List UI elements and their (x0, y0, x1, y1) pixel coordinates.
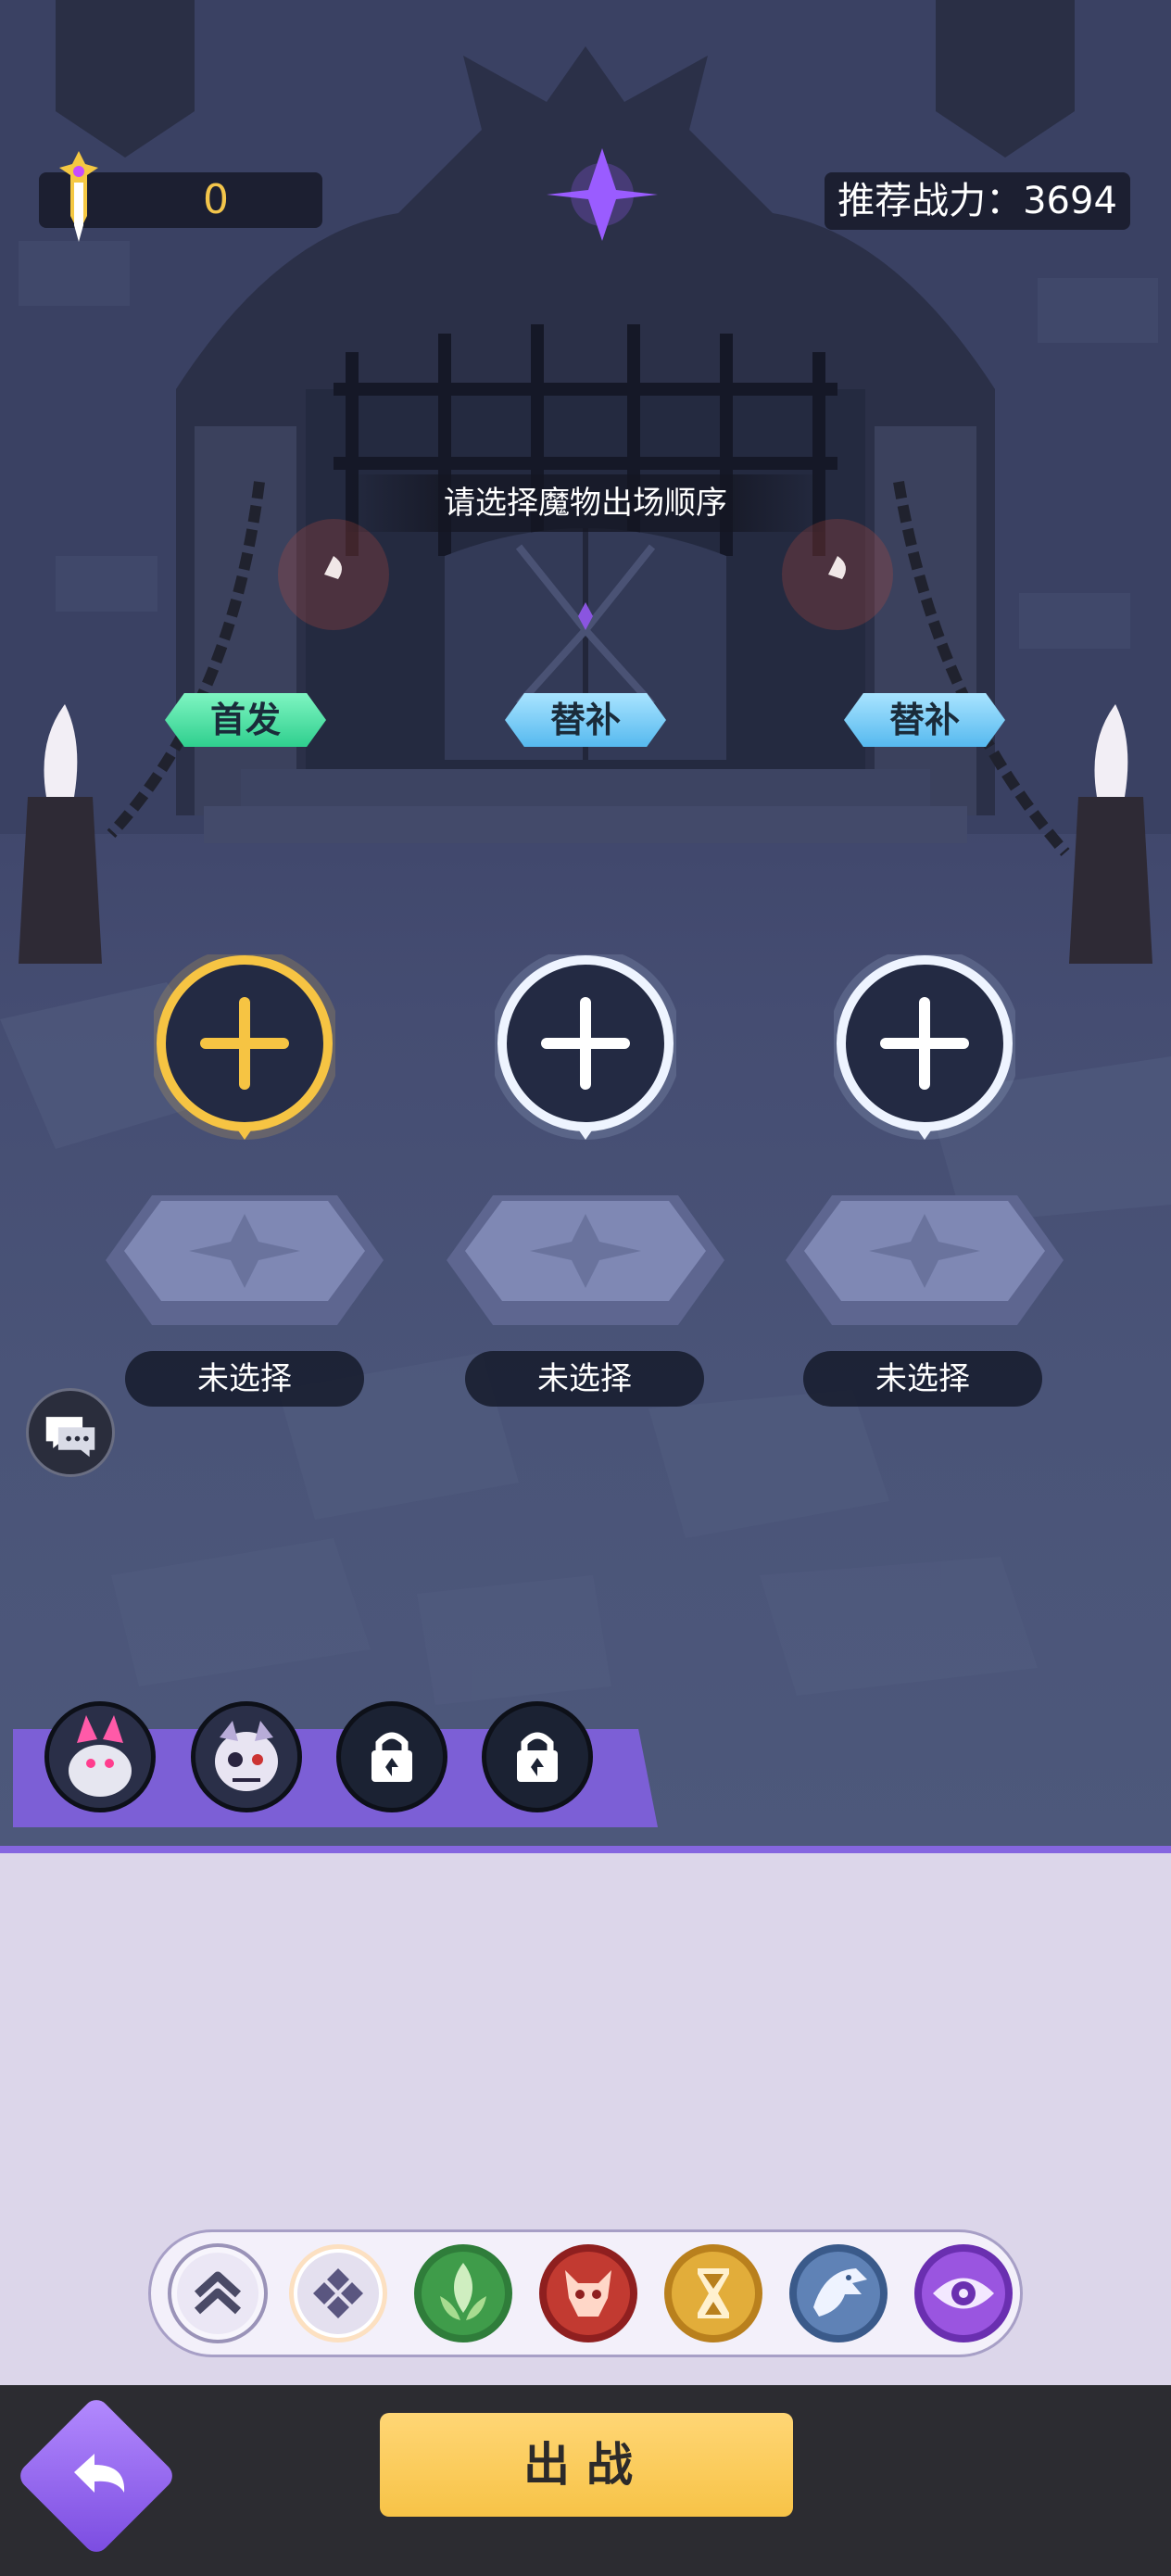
demon-filter-icon[interactable] (537, 2242, 639, 2344)
battle-scene: 0 推荐战力：3694 请选择魔物出场顺序 首发 替补 替补 未选择 未选择 未… (0, 0, 1171, 1853)
slot-add-button-1[interactable] (154, 954, 335, 1149)
team-slot-2[interactable] (191, 1701, 302, 1812)
substitute-tag-1: 替补 (505, 693, 666, 747)
hourglass-filter-icon[interactable] (662, 2242, 764, 2344)
sword-icon (59, 151, 98, 242)
pedestal-2 (447, 1195, 724, 1325)
recommended-power: 推荐战力：3694 (825, 172, 1130, 230)
pedestal-1 (106, 1195, 384, 1325)
skull-monster-avatar (195, 1706, 297, 1808)
order-hint: 请选择魔物出场顺序 (345, 474, 826, 532)
lock-icon (371, 1732, 412, 1782)
upgrade-filter-icon[interactable] (167, 2242, 269, 2344)
slot-add-button-3[interactable] (834, 954, 1015, 1149)
dragon-filter-icon[interactable] (787, 2242, 889, 2344)
substitute-tag-2: 替补 (844, 693, 1005, 747)
slot-label-1: 未选择 (125, 1351, 364, 1407)
slot-label-3: 未选择 (803, 1351, 1042, 1407)
lock-icon (517, 1732, 558, 1782)
team-slot-3[interactable] (336, 1701, 447, 1812)
chat-icon[interactable] (26, 1388, 115, 1477)
pedestal-3 (786, 1195, 1064, 1325)
back-arrow-icon[interactable] (46, 2428, 148, 2524)
slot-label-2: 未选择 (465, 1351, 704, 1407)
all-filter-icon[interactable] (287, 2242, 389, 2344)
nature-filter-icon[interactable] (412, 2242, 514, 2344)
battle-button[interactable]: 出战 (380, 2413, 793, 2517)
power-value: 0 (203, 176, 229, 223)
team-slot-4[interactable] (482, 1701, 593, 1812)
eye-filter-icon[interactable] (913, 2242, 1014, 2344)
team-slot-1[interactable] (44, 1701, 156, 1812)
starter-tag: 首发 (165, 693, 326, 747)
pink-monster-avatar (49, 1706, 151, 1808)
slot-add-button-2[interactable] (495, 954, 676, 1149)
dungeon-background (0, 0, 1171, 1705)
